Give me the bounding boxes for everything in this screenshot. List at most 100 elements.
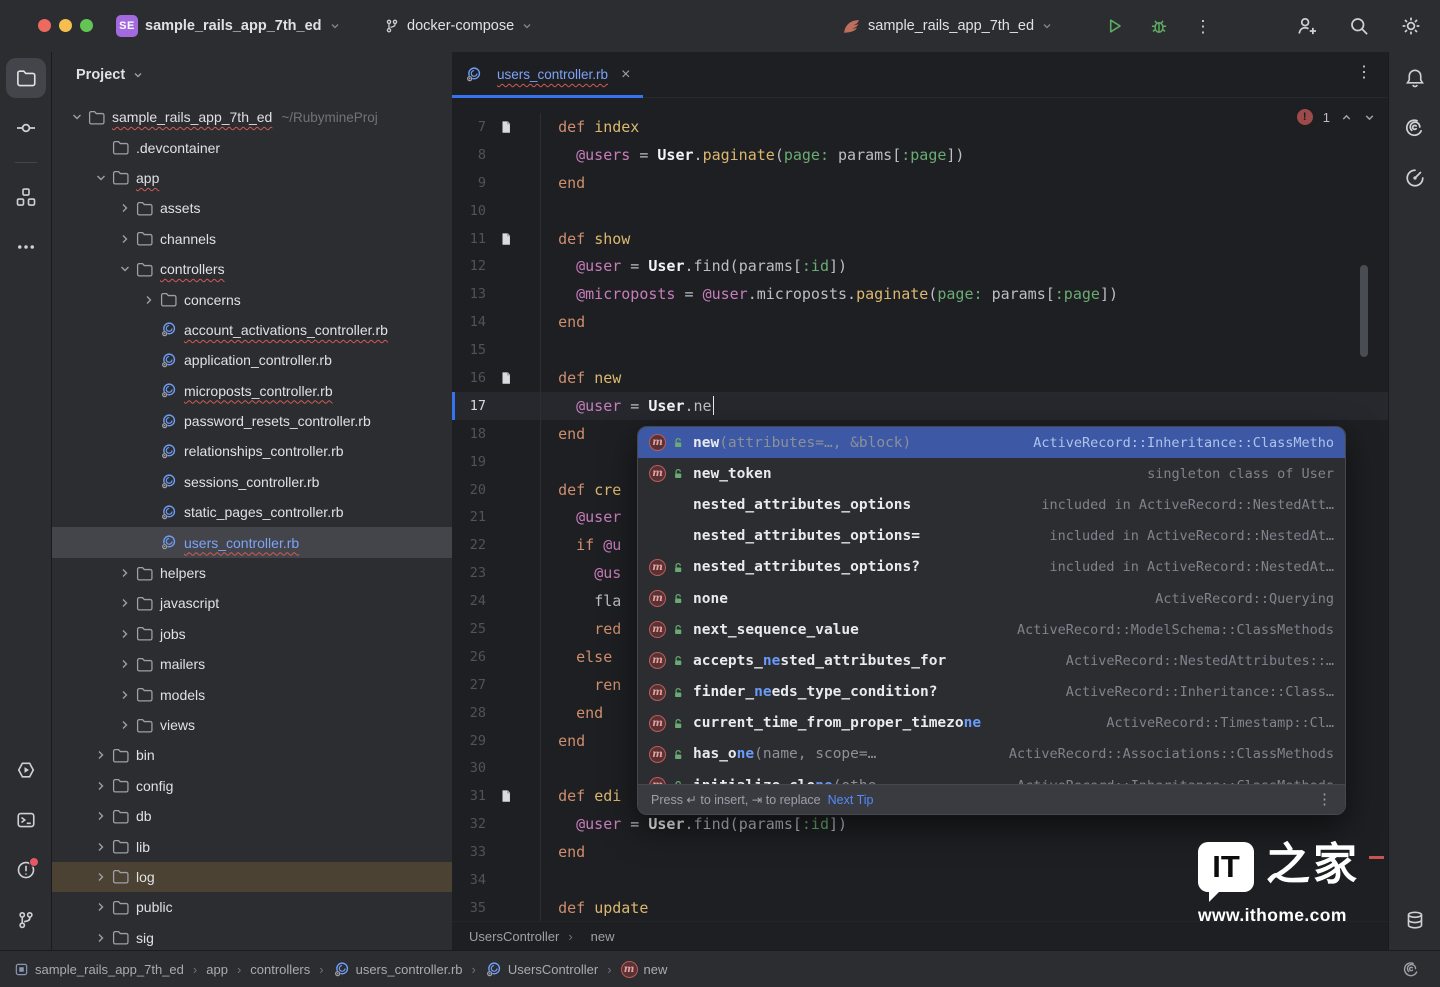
- ai-assistant-tool-button[interactable]: [1395, 108, 1435, 148]
- chevron-right-icon[interactable]: [114, 200, 136, 216]
- tree-item-microposts-controller-rb[interactable]: microposts_controller.rb: [52, 376, 452, 406]
- tree-item-mailers[interactable]: mailers: [52, 649, 452, 679]
- code-line-9[interactable]: 9 end: [452, 169, 1388, 197]
- inspections-widget[interactable]: ! 1: [1297, 109, 1376, 125]
- editor-tab-users-controller[interactable]: users_controller.rb ×: [452, 52, 643, 97]
- line-number[interactable]: 12: [452, 258, 486, 274]
- chevron-right-icon[interactable]: [114, 595, 136, 611]
- chevron-down-icon[interactable]: [66, 109, 88, 125]
- ai-assistant-status-button[interactable]: [1396, 954, 1426, 984]
- line-number[interactable]: 29: [452, 733, 486, 749]
- tree-item-log[interactable]: log: [52, 862, 452, 892]
- more-run-options-button[interactable]: ⋮: [1188, 11, 1218, 41]
- notifications-bell-tool-button[interactable]: [1395, 58, 1435, 98]
- tree-item-relationships-controller-rb[interactable]: relationships_controller.rb: [52, 436, 452, 466]
- line-number[interactable]: 30: [452, 760, 486, 776]
- tree-item-controllers[interactable]: controllers: [52, 254, 452, 284]
- line-number[interactable]: 17: [452, 398, 486, 414]
- tree-item-users-controller-rb[interactable]: users_controller.rb: [52, 527, 452, 557]
- line-number[interactable]: 25: [452, 621, 486, 637]
- tree-item-db[interactable]: db: [52, 801, 452, 831]
- tree-item-account-activations-controller-rb[interactable]: account_activations_controller.rb: [52, 315, 452, 345]
- completion-item-accepts-nested-attributes-for[interactable]: maccepts_nested_attributes_forActiveReco…: [638, 645, 1345, 676]
- database-tool-button[interactable]: [1395, 900, 1435, 940]
- chevron-down-icon[interactable]: [90, 170, 112, 186]
- line-number[interactable]: 32: [452, 816, 486, 832]
- coverage-target-tool-button[interactable]: [1395, 158, 1435, 198]
- completion-item-nested-attributes-options[interactable]: nested_attributes_optionsincluded in Act…: [638, 489, 1345, 520]
- code-line-14[interactable]: 14 end: [452, 308, 1388, 336]
- tree-item-views[interactable]: views: [52, 710, 452, 740]
- line-number[interactable]: 13: [452, 286, 486, 302]
- code-vision-icon[interactable]: [499, 371, 513, 385]
- error-stripe-mark[interactable]: [1369, 856, 1384, 859]
- line-number[interactable]: 22: [452, 537, 486, 553]
- chevron-right-icon[interactable]: [114, 231, 136, 247]
- tree-item-bin[interactable]: bin: [52, 740, 452, 770]
- tree-item-sig[interactable]: sig: [52, 923, 452, 950]
- chevron-right-icon[interactable]: [138, 292, 160, 308]
- tree-item-password-resets-controller-rb[interactable]: password_resets_controller.rb: [52, 406, 452, 436]
- minimize-window-button[interactable]: [59, 19, 72, 32]
- editor-breadcrumb-userscontroller[interactable]: UsersController: [469, 929, 559, 944]
- run-button[interactable]: [1100, 11, 1130, 41]
- chevron-up-icon[interactable]: [1340, 111, 1353, 124]
- completion-item-new[interactable]: mnew(attributes=…, &block)ActiveRecord::…: [638, 427, 1345, 458]
- completion-item-has-one[interactable]: mhas_one(name, scope=…ActiveRecord::Asso…: [638, 739, 1345, 770]
- chevron-right-icon[interactable]: [114, 656, 136, 672]
- tree-item-sample-rails-app-7th-ed[interactable]: sample_rails_app_7th_ed~/RubymineProj: [52, 102, 452, 132]
- completion-item-new-token[interactable]: mnew_tokensingleton class of User: [638, 458, 1345, 489]
- tree-item-application-controller-rb[interactable]: application_controller.rb: [52, 345, 452, 375]
- search-everywhere-button[interactable]: [1344, 11, 1374, 41]
- tree-item-channels[interactable]: channels: [52, 224, 452, 254]
- chevron-right-icon[interactable]: [90, 778, 112, 794]
- line-number[interactable]: 26: [452, 649, 486, 665]
- line-number[interactable]: 18: [452, 426, 486, 442]
- tree-item-devcontainer[interactable]: .devcontainer: [52, 132, 452, 162]
- chevron-right-icon[interactable]: [90, 808, 112, 824]
- line-number[interactable]: 24: [452, 593, 486, 609]
- editor-scrollbar[interactable]: [1360, 265, 1368, 357]
- tree-item-jobs[interactable]: jobs: [52, 619, 452, 649]
- completion-item-nested-attributes-options[interactable]: mnested_attributes_options?included in A…: [638, 552, 1345, 583]
- tree-item-assets[interactable]: assets: [52, 193, 452, 223]
- completion-item-current-time-from-proper-timezone[interactable]: mcurrent_time_from_proper_timezoneActive…: [638, 708, 1345, 739]
- services-run-tool-button[interactable]: [6, 750, 46, 790]
- completion-item-none[interactable]: mnoneActiveRecord::Querying: [638, 583, 1345, 614]
- tree-item-models[interactable]: models: [52, 679, 452, 709]
- tree-item-javascript[interactable]: javascript: [52, 588, 452, 618]
- next-tip-link[interactable]: Next Tip: [828, 793, 874, 807]
- line-number[interactable]: 19: [452, 454, 486, 470]
- line-number[interactable]: 35: [452, 900, 486, 916]
- tree-item-lib[interactable]: lib: [52, 831, 452, 861]
- popup-menu-icon[interactable]: ⋮: [1317, 792, 1332, 807]
- code-line-8[interactable]: 8 @users = User.paginate(page: params[:p…: [452, 141, 1388, 169]
- code-vision-icon[interactable]: [499, 232, 513, 246]
- line-number[interactable]: 31: [452, 788, 486, 804]
- tree-item-app[interactable]: app: [52, 163, 452, 193]
- status-breadcrumb-userscontroller[interactable]: UsersController: [485, 961, 598, 978]
- tree-item-config[interactable]: config: [52, 771, 452, 801]
- line-number[interactable]: 28: [452, 705, 486, 721]
- line-number[interactable]: 11: [452, 231, 486, 247]
- tree-item-static-pages-controller-rb[interactable]: static_pages_controller.rb: [52, 497, 452, 527]
- line-number[interactable]: 15: [452, 342, 486, 358]
- line-number[interactable]: 16: [452, 370, 486, 386]
- tab-options-icon[interactable]: ⋮: [1356, 65, 1372, 81]
- completion-item-nested-attributes-options[interactable]: nested_attributes_options=included in Ac…: [638, 521, 1345, 552]
- chevron-right-icon[interactable]: [114, 687, 136, 703]
- project-widget[interactable]: SE sample_rails_app_7th_ed: [116, 0, 341, 52]
- status-breadcrumb-new[interactable]: mnew: [621, 961, 668, 978]
- line-number[interactable]: 27: [452, 677, 486, 693]
- run-configuration-widget[interactable]: sample_rails_app_7th_ed: [842, 0, 1053, 52]
- zoom-window-button[interactable]: [80, 19, 93, 32]
- chevron-right-icon[interactable]: [114, 565, 136, 581]
- git-branch-tool-button[interactable]: [6, 900, 46, 940]
- chevron-down-icon[interactable]: [1363, 111, 1376, 124]
- chevron-right-icon[interactable]: [114, 717, 136, 733]
- line-number[interactable]: 21: [452, 509, 486, 525]
- status-breadcrumb-sample-rails-app-7th-ed[interactable]: sample_rails_app_7th_ed: [14, 962, 184, 977]
- line-number[interactable]: 33: [452, 844, 486, 860]
- tree-item-sessions-controller-rb[interactable]: sessions_controller.rb: [52, 467, 452, 497]
- code-line-15[interactable]: 15: [452, 336, 1388, 364]
